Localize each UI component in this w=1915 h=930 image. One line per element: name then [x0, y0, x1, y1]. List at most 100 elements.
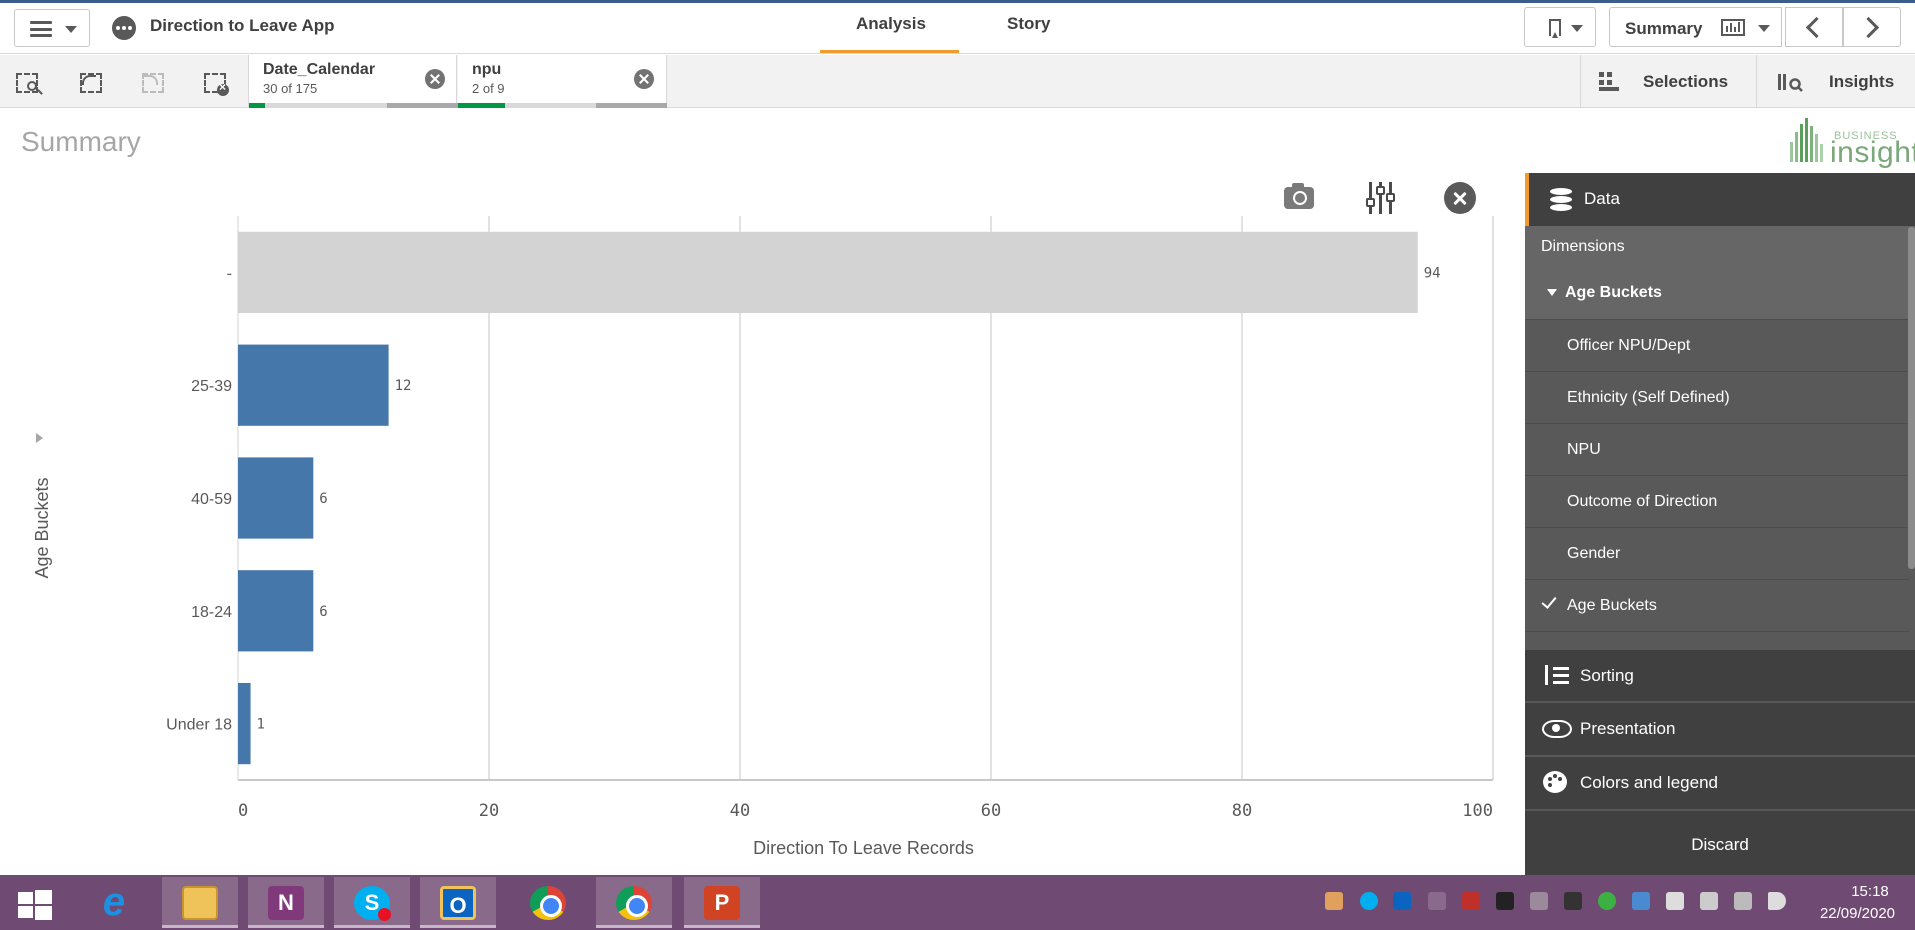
- mail-tray-icon[interactable]: [1325, 892, 1343, 910]
- insights-icon: [1778, 74, 1803, 92]
- undo-arrow-icon: [82, 75, 96, 85]
- top-toolbar: Direction to Leave App Analysis Story Su…: [0, 3, 1915, 54]
- skype-tray-icon[interactable]: [1360, 892, 1378, 910]
- outlook-tray-icon[interactable]: [1393, 892, 1411, 910]
- chip-count: 30 of 175: [263, 81, 318, 96]
- panel-scrollbar[interactable]: [1908, 227, 1915, 569]
- chevron-down-icon: [1571, 25, 1583, 32]
- monitor-tray-icon[interactable]: [1666, 892, 1684, 910]
- taskbar-chrome-2[interactable]: [596, 877, 672, 928]
- chevron-down-icon: [1758, 25, 1770, 32]
- paint-tray-icon[interactable]: [1564, 892, 1582, 910]
- selection-chip-npu[interactable]: npu 2 of 9: [458, 55, 667, 108]
- checkmark-icon: [1541, 593, 1557, 609]
- business-insight-logo: BUSINESS insight: [1790, 116, 1915, 169]
- sheet-selector-button[interactable]: Summary: [1609, 7, 1782, 47]
- chevron-right-icon: [1857, 16, 1880, 39]
- chip-field-name: Date_Calendar: [263, 61, 376, 78]
- data-label: 1: [257, 717, 265, 733]
- field-item-gender[interactable]: Gender: [1525, 528, 1909, 580]
- y-tick-label: Under 18: [166, 717, 232, 734]
- clock-time[interactable]: 15:18: [1830, 883, 1910, 900]
- app-title: Direction to Leave App: [150, 16, 335, 35]
- clear-all-selections-button[interactable]: [202, 70, 232, 96]
- exploration-panel: Data Dimensions Age Buckets Officer NPU/…: [1525, 173, 1915, 875]
- start-button[interactable]: [0, 877, 76, 928]
- smart-search-button[interactable]: [14, 70, 44, 96]
- taskbar-skype[interactable]: S: [334, 877, 410, 928]
- bar-chart: 0 20 40 60 80 100 94 - 12 25-39 6 40-59 6 18-24 1 Under…: [32, 216, 1494, 858]
- taskbar-onenote[interactable]: N: [248, 877, 324, 928]
- tab-analysis[interactable]: Analysis: [856, 14, 926, 34]
- sync-tray-icon[interactable]: [1598, 892, 1616, 910]
- bar: [238, 570, 314, 652]
- clock-date[interactable]: 22/09/2020: [1805, 905, 1910, 922]
- insights-label: Insights: [1829, 72, 1895, 91]
- discard-button[interactable]: Discard: [1525, 823, 1915, 867]
- x-axis-title: Direction To Leave Records: [753, 838, 974, 858]
- sorting-label: Sorting: [1580, 666, 1634, 685]
- data-label: 12: [395, 378, 412, 394]
- x-tick-label: 80: [1232, 801, 1252, 821]
- powerpoint-letter: P: [714, 890, 730, 915]
- dimension-label: Age Buckets: [1565, 284, 1662, 301]
- dimensions-header: Dimensions: [1525, 226, 1915, 267]
- presentation-section[interactable]: Presentation: [1525, 703, 1915, 755]
- selection-chip-date-calendar[interactable]: Date_Calendar 30 of 175: [248, 55, 458, 108]
- wifi-tray-icon[interactable]: [1734, 892, 1752, 910]
- data-label: 6: [319, 604, 327, 620]
- previous-sheet-button[interactable]: [1785, 7, 1843, 47]
- next-sheet-button[interactable]: [1843, 7, 1901, 47]
- y-tick-label: -: [227, 265, 232, 282]
- y-tick-label: 25-39: [191, 378, 232, 395]
- bar: [238, 682, 251, 765]
- taskbar-chrome-1[interactable]: [510, 877, 586, 928]
- display-tray-icon[interactable]: [1632, 892, 1650, 910]
- internet-explorer-icon: e: [102, 880, 126, 924]
- windows-taskbar: e N S O P 15:18 22/09/2020: [0, 875, 1915, 930]
- network-tray-icon[interactable]: [1428, 892, 1446, 910]
- chrome-icon: [616, 886, 652, 920]
- taskbar-outlook[interactable]: O: [420, 877, 496, 928]
- field-item-officer-npu-dept[interactable]: Officer NPU/Dept: [1525, 320, 1909, 372]
- field-item-npu[interactable]: NPU: [1525, 424, 1909, 476]
- dimension-expanded-age-buckets[interactable]: Age Buckets: [1525, 267, 1909, 320]
- field-item-ethnicity[interactable]: Ethnicity (Self Defined): [1525, 372, 1909, 424]
- tool-tray-icon[interactable]: [1530, 892, 1548, 910]
- data-section-header[interactable]: Data: [1525, 173, 1915, 226]
- global-menu-button[interactable]: [14, 9, 90, 47]
- y-axis-title: Age Buckets: [32, 477, 52, 578]
- hamburger-icon: [30, 21, 52, 37]
- field-label: Age Buckets: [1567, 597, 1657, 614]
- close-icon[interactable]: [425, 69, 445, 89]
- taskbar-file-explorer[interactable]: [162, 877, 238, 928]
- insights-button[interactable]: Insights: [1756, 55, 1915, 108]
- close-icon[interactable]: [634, 69, 654, 89]
- y-tick-label: 18-24: [191, 604, 232, 621]
- selections-label: Selections: [1643, 72, 1729, 91]
- onenote-icon: N: [268, 886, 304, 920]
- taskbar-powerpoint[interactable]: P: [684, 877, 760, 928]
- folder-icon: [182, 886, 218, 920]
- colors-and-legend-section[interactable]: Colors and legend: [1525, 757, 1915, 809]
- app-tray-icon[interactable]: [1496, 892, 1514, 910]
- dimensions-label: Dimensions: [1541, 238, 1625, 255]
- tab-story[interactable]: Story: [1007, 14, 1050, 34]
- bookmarks-button[interactable]: [1524, 7, 1596, 47]
- x-tick-label: 0: [238, 801, 248, 821]
- field-item-outcome-of-direction[interactable]: Outcome of Direction: [1525, 476, 1909, 528]
- volume-tray-icon[interactable]: [1768, 892, 1786, 910]
- triangle-down-icon: [1547, 289, 1557, 296]
- battery-tray-icon[interactable]: [1700, 892, 1718, 910]
- panel-footer: Discard: [1525, 811, 1915, 875]
- taskbar-internet-explorer[interactable]: e: [76, 877, 152, 928]
- step-back-button[interactable]: [78, 70, 108, 96]
- eye-icon: [1542, 720, 1572, 738]
- sorting-section[interactable]: Sorting: [1525, 649, 1915, 701]
- security-tray-icon[interactable]: [1462, 892, 1480, 910]
- bookmark-icon: [1549, 19, 1561, 38]
- selections-tool-button[interactable]: Selections: [1580, 55, 1756, 108]
- step-forward-button[interactable]: [140, 70, 170, 96]
- field-item-age-buckets[interactable]: Age Buckets: [1525, 580, 1909, 632]
- chip-field-name: npu: [472, 61, 502, 78]
